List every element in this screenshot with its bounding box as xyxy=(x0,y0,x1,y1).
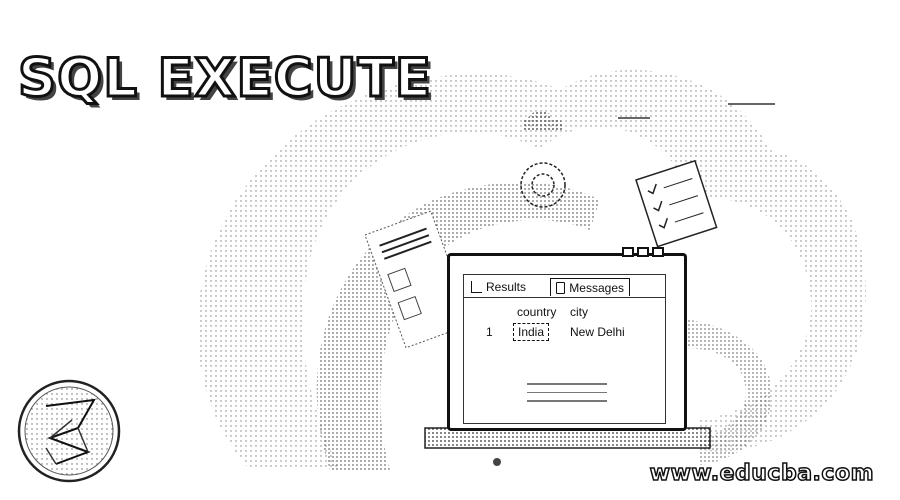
tab-results-label: Results xyxy=(486,280,527,294)
column-header-city[interactable]: city xyxy=(570,305,588,319)
cell-city[interactable]: New Delhi xyxy=(570,325,625,339)
page-title: SQL EXECUTE xyxy=(16,48,433,109)
sql-server-logo-icon xyxy=(17,379,121,483)
row-number: 1 xyxy=(486,325,493,339)
cell-country[interactable]: India xyxy=(513,323,550,341)
tab-messages[interactable]: Messages xyxy=(550,278,630,296)
document-icon xyxy=(556,281,566,294)
tab-messages-label: Messages xyxy=(569,280,624,295)
minimize-button[interactable] xyxy=(622,247,634,257)
window-controls xyxy=(622,247,664,257)
column-header-country[interactable]: country xyxy=(517,305,556,319)
grid-icon xyxy=(471,281,482,293)
tab-bar: Results Messages xyxy=(464,275,665,298)
close-button[interactable] xyxy=(652,247,664,257)
maximize-button[interactable] xyxy=(637,247,649,257)
tab-results[interactable]: Results xyxy=(466,278,544,296)
placeholder-lines xyxy=(527,383,607,409)
website-url: www.educba.com xyxy=(649,460,874,487)
results-pane: Results Messages country city 1 India Ne… xyxy=(463,274,666,424)
results-window: Results Messages country city 1 India Ne… xyxy=(447,247,687,431)
